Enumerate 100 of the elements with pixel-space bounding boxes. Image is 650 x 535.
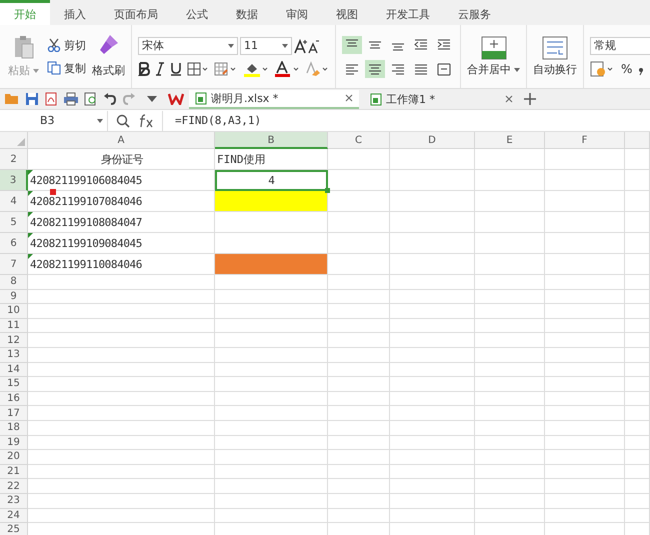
- copy-button[interactable]: 复制: [47, 60, 86, 76]
- export-pdf-icon[interactable]: [44, 92, 58, 106]
- font-family-select[interactable]: 宋体: [138, 36, 238, 54]
- row-header[interactable]: 3: [0, 170, 28, 191]
- table-cell: [328, 377, 390, 392]
- column-header[interactable]: F: [545, 132, 625, 149]
- zoom-icon[interactable]: [116, 114, 130, 128]
- menu-tab[interactable]: 公式: [172, 3, 222, 25]
- print-icon[interactable]: [63, 92, 79, 106]
- table-cell: [475, 275, 545, 290]
- row-header[interactable]: 6: [0, 233, 28, 254]
- table-cell: [328, 254, 390, 275]
- formula-input[interactable]: =FIND(8,A3,1): [162, 110, 650, 130]
- font-size-select[interactable]: 11: [240, 36, 292, 54]
- row-header[interactable]: 9: [0, 290, 28, 304]
- align-center-icon[interactable]: [365, 60, 385, 78]
- align-top-icon[interactable]: [342, 36, 362, 54]
- number-format-select[interactable]: 常规: [590, 36, 650, 54]
- menu-tab[interactable]: 开发工具: [372, 3, 444, 25]
- table-cell-text: 4: [267, 174, 276, 187]
- new-tab-icon[interactable]: [524, 93, 536, 105]
- table-cell: [475, 362, 545, 378]
- row-header[interactable]: 8: [0, 275, 28, 290]
- close-icon[interactable]: [345, 94, 353, 102]
- table-cell: [625, 318, 650, 334]
- column-header[interactable]: D: [390, 132, 475, 149]
- row-header[interactable]: 23: [0, 494, 28, 508]
- merge-center-button[interactable]: 合并居中: [467, 62, 520, 77]
- table-cell: [475, 170, 545, 191]
- italic-icon[interactable]: [155, 62, 165, 76]
- cut-button[interactable]: 剪切: [47, 38, 86, 52]
- app-logo-icon[interactable]: [168, 93, 184, 105]
- format-painter-button[interactable]: 格式刷: [92, 63, 125, 78]
- row-header[interactable]: 17: [0, 406, 28, 421]
- merge-center-icon: [480, 36, 506, 60]
- row-header[interactable]: 2: [0, 149, 28, 170]
- table-cell: [625, 450, 650, 465]
- row-header[interactable]: 4: [0, 191, 28, 212]
- column-header[interactable]: A: [28, 132, 215, 149]
- row-header[interactable]: 10: [0, 304, 28, 319]
- menu-tab[interactable]: 页面布局: [100, 3, 172, 25]
- row-header[interactable]: 7: [0, 254, 28, 275]
- row-header[interactable]: 25: [0, 523, 28, 535]
- document-tab[interactable]: 谢明月.xlsx *: [189, 90, 359, 108]
- column-header[interactable]: B: [215, 132, 328, 149]
- row-header[interactable]: 12: [0, 333, 28, 348]
- borders-icon[interactable]: [187, 62, 209, 76]
- row-header[interactable]: 19: [0, 436, 28, 450]
- menu-tab[interactable]: 视图: [322, 3, 372, 25]
- table-cell: [625, 406, 650, 421]
- menu-tab[interactable]: 插入: [50, 3, 100, 25]
- table-cell: [475, 479, 545, 494]
- row-header[interactable]: 20: [0, 450, 28, 465]
- dropdown-arrow-icon[interactable]: [147, 96, 157, 102]
- close-icon[interactable]: [505, 95, 513, 103]
- document-tab[interactable]: 工作簿1 *: [364, 90, 519, 108]
- table-cell: [625, 275, 650, 290]
- menu-tab[interactable]: 云服务: [444, 3, 505, 25]
- table-cell: [475, 406, 545, 421]
- table-cell: [328, 479, 390, 494]
- table-cell: [328, 275, 390, 290]
- row-header[interactable]: 21: [0, 464, 28, 480]
- table-cell: [328, 318, 390, 334]
- clipboard-icon: [12, 35, 34, 59]
- font-color-icon[interactable]: [274, 60, 300, 76]
- underline-icon[interactable]: [170, 62, 182, 76]
- table-cell: [625, 508, 650, 524]
- table-cell: [475, 508, 545, 524]
- table-cell: [625, 479, 650, 494]
- caret-icon: [97, 118, 103, 122]
- table-cell: [475, 392, 545, 406]
- function-icon[interactable]: [138, 114, 154, 128]
- menu-tab[interactable]: 开始: [0, 0, 50, 25]
- column-header[interactable]: E: [475, 132, 545, 149]
- name-box[interactable]: B3: [0, 110, 108, 130]
- row-header[interactable]: 13: [0, 348, 28, 363]
- row-header[interactable]: 5: [0, 212, 28, 233]
- undo-icon[interactable]: [103, 92, 117, 106]
- save-icon[interactable]: [25, 92, 39, 106]
- row-header[interactable]: 15: [0, 377, 28, 392]
- row-header[interactable]: 22: [0, 479, 28, 494]
- table-cell: [625, 494, 650, 508]
- table-cell-text: 420821199107084046: [29, 194, 142, 208]
- wrap-text-button[interactable]: 自动换行: [533, 62, 577, 77]
- print-preview-icon[interactable]: [84, 92, 98, 106]
- menu-tab[interactable]: 审阅: [272, 3, 322, 25]
- percent-button[interactable]: %: [621, 62, 632, 76]
- row-header[interactable]: 11: [0, 318, 28, 334]
- grow-font-icon[interactable]: [294, 38, 320, 54]
- row-header[interactable]: 16: [0, 392, 28, 406]
- table-cell: [475, 233, 545, 254]
- row-header[interactable]: 14: [0, 362, 28, 378]
- cell-style-icon[interactable]: [214, 62, 238, 76]
- column-header[interactable]: C: [328, 132, 390, 149]
- table-cell: [328, 191, 390, 212]
- table-cell: [625, 254, 650, 275]
- menu-tab[interactable]: 数据: [222, 3, 272, 25]
- bold-icon[interactable]: [138, 62, 150, 76]
- row-header[interactable]: 24: [0, 508, 28, 524]
- row-header[interactable]: 18: [0, 420, 28, 436]
